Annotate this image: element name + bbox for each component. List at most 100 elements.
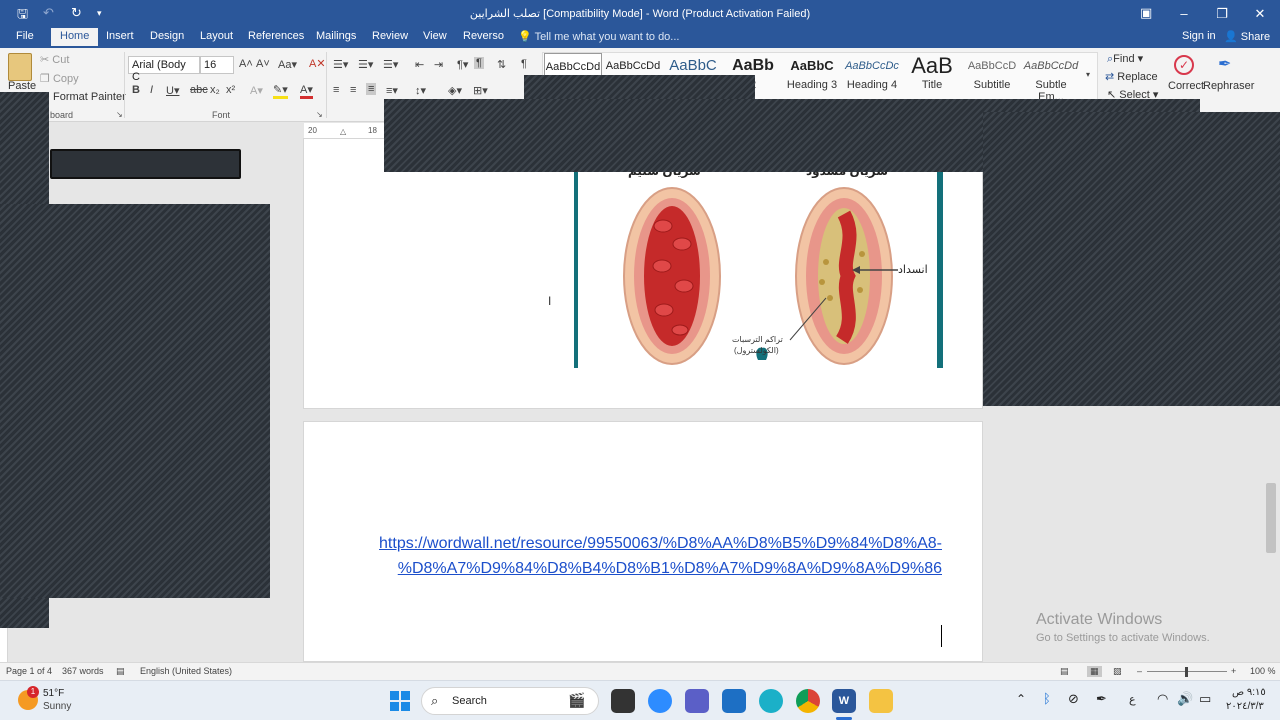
- tab-reverso[interactable]: Reverso: [463, 30, 504, 42]
- clear-formatting-icon[interactable]: A✕: [309, 57, 326, 70]
- font-size-box[interactable]: 16: [200, 56, 234, 74]
- sort-icon[interactable]: ⇅: [497, 58, 506, 71]
- change-case-icon[interactable]: Aa▾: [278, 58, 297, 71]
- tab-view[interactable]: View: [423, 30, 447, 42]
- language-indicator[interactable]: English (United States): [140, 666, 232, 676]
- page-count[interactable]: Page 1 of 4: [6, 666, 52, 676]
- cut-button[interactable]: ✂ Cut: [40, 53, 69, 66]
- file-explorer-icon[interactable]: [869, 689, 893, 713]
- rephraser-button[interactable]: Rephraser: [1203, 80, 1254, 92]
- tab-layout[interactable]: Layout: [200, 30, 233, 42]
- borders-icon[interactable]: ⊞▾: [473, 84, 488, 97]
- tab-insert[interactable]: Insert: [106, 30, 134, 42]
- zoom-level[interactable]: 100 %: [1250, 666, 1276, 676]
- tell-me-search[interactable]: 💡 Tell me what you want to do...: [518, 30, 679, 43]
- tab-mailings[interactable]: Mailings: [316, 30, 356, 42]
- zoom-in-icon[interactable]: +: [1231, 666, 1236, 676]
- close-button[interactable]: ✕: [1241, 0, 1279, 27]
- highlight-icon[interactable]: ✎▾: [273, 83, 288, 99]
- print-layout-icon[interactable]: ▦: [1087, 666, 1102, 677]
- subscript-icon[interactable]: x₂: [210, 84, 220, 96]
- minimize-button[interactable]: –: [1165, 0, 1203, 27]
- tab-home[interactable]: Home: [51, 28, 99, 46]
- edge-icon[interactable]: [759, 689, 783, 713]
- align-right-icon[interactable]: ≡: [366, 83, 377, 95]
- pen-icon[interactable]: ✒: [1096, 691, 1107, 707]
- ribbon-display-icon[interactable]: ▣: [1140, 5, 1152, 21]
- proofing-icon[interactable]: ▤: [116, 666, 125, 677]
- rephraser-icon[interactable]: ✒: [1218, 54, 1231, 74]
- dialog-launcher-icon[interactable]: ↘: [116, 110, 123, 119]
- align-left-icon[interactable]: ≡: [333, 84, 339, 96]
- restore-button[interactable]: ❐: [1203, 0, 1241, 27]
- strikethrough-icon[interactable]: abc: [190, 84, 208, 96]
- indent-marker-icon[interactable]: △: [340, 127, 346, 136]
- shading-icon[interactable]: ◈▾: [448, 84, 462, 97]
- justify-icon[interactable]: ≡▾: [386, 84, 398, 97]
- chrome-icon[interactable]: [796, 689, 820, 713]
- replace-button[interactable]: ⇄ Replace: [1105, 70, 1158, 83]
- weather-temp[interactable]: 51°F: [43, 688, 64, 699]
- word-icon[interactable]: W: [832, 689, 856, 713]
- word-count[interactable]: 367 words: [62, 666, 104, 676]
- tab-references[interactable]: References: [248, 30, 304, 42]
- store-icon[interactable]: [722, 689, 746, 713]
- grow-font-icon[interactable]: A˄: [239, 58, 253, 70]
- ltr-icon[interactable]: ¶▾: [457, 58, 468, 71]
- clock-time[interactable]: ٩:١٥ ص: [1232, 687, 1266, 698]
- paste-button[interactable]: Paste: [8, 80, 36, 92]
- bold-icon[interactable]: B: [132, 84, 140, 96]
- tray-overflow-icon[interactable]: ⌃: [1016, 692, 1026, 706]
- style-title[interactable]: AaB Title: [903, 53, 961, 97]
- line-spacing-icon[interactable]: ↕▾: [415, 84, 426, 97]
- style-heading-3[interactable]: AaBbC Heading 3: [783, 53, 841, 97]
- input-language[interactable]: ع: [1129, 693, 1136, 706]
- tab-review[interactable]: Review: [372, 30, 408, 42]
- rtl-icon[interactable]: ¶: [474, 57, 484, 69]
- superscript-icon[interactable]: x²: [226, 84, 235, 96]
- wordwall-link[interactable]: https://wordwall.net/resource/99550063/%…: [340, 531, 942, 581]
- styles-more-icon[interactable]: ▾: [1086, 70, 1090, 79]
- battery-icon[interactable]: ▭: [1199, 691, 1211, 707]
- tab-design[interactable]: Design: [150, 30, 184, 42]
- tab-file[interactable]: File: [16, 30, 34, 42]
- web-layout-icon[interactable]: ▧: [1113, 666, 1122, 677]
- multilevel-list-icon[interactable]: ☰▾: [383, 58, 398, 71]
- copy-button[interactable]: ❐ Copy: [40, 72, 79, 85]
- teams-icon[interactable]: [685, 689, 709, 713]
- wifi-icon[interactable]: ◠: [1157, 691, 1168, 707]
- sync-off-icon[interactable]: ⊘: [1068, 691, 1079, 707]
- bluetooth-icon[interactable]: ᛒ: [1043, 691, 1051, 706]
- zoom-out-icon[interactable]: –: [1137, 666, 1142, 676]
- read-mode-icon[interactable]: ▤: [1060, 666, 1069, 677]
- zoom-app-icon[interactable]: [648, 689, 672, 713]
- style-subtitle[interactable]: AaBbCcD Subtitle: [963, 53, 1021, 97]
- zoom-slider-thumb[interactable]: [1185, 667, 1188, 677]
- correct-button[interactable]: Correct: [1168, 80, 1204, 92]
- weather-desc[interactable]: Sunny: [43, 701, 71, 712]
- task-view-icon[interactable]: [611, 689, 635, 713]
- font-color-icon[interactable]: A▾: [300, 83, 313, 99]
- increase-indent-icon[interactable]: ⇥: [434, 58, 443, 71]
- volume-icon[interactable]: 🔊: [1177, 691, 1193, 707]
- correct-icon[interactable]: ✓: [1174, 55, 1194, 75]
- share-button[interactable]: 👤 Share: [1224, 30, 1270, 43]
- style-heading-4[interactable]: AaBbCcDc Heading 4: [843, 53, 901, 97]
- decrease-indent-icon[interactable]: ⇤: [415, 58, 424, 71]
- start-windows-icon[interactable]: [390, 691, 410, 711]
- find-button[interactable]: ⌕Find ▾: [1107, 52, 1143, 66]
- font-dialog-launcher-icon[interactable]: ↘: [316, 110, 323, 119]
- format-painter-button[interactable]: Format Painter: [53, 91, 126, 103]
- show-marks-icon[interactable]: ¶: [521, 58, 527, 70]
- italic-icon[interactable]: I: [150, 84, 153, 96]
- vertical-scrollbar-thumb[interactable]: [1266, 483, 1276, 553]
- align-center-icon[interactable]: ≡: [350, 84, 356, 96]
- text-effects-icon[interactable]: A▾: [250, 84, 263, 97]
- underline-icon[interactable]: U▾: [166, 84, 179, 97]
- sign-in-link[interactable]: Sign in: [1182, 30, 1216, 42]
- font-name-box[interactable]: Arial (Body C: [128, 56, 200, 83]
- numbering-icon[interactable]: ☰▾: [358, 58, 373, 71]
- shrink-font-icon[interactable]: A˅: [256, 58, 270, 70]
- clock-date[interactable]: ٢٠٢٤/٣/٣: [1226, 701, 1264, 712]
- bullets-icon[interactable]: ☰▾: [333, 58, 348, 71]
